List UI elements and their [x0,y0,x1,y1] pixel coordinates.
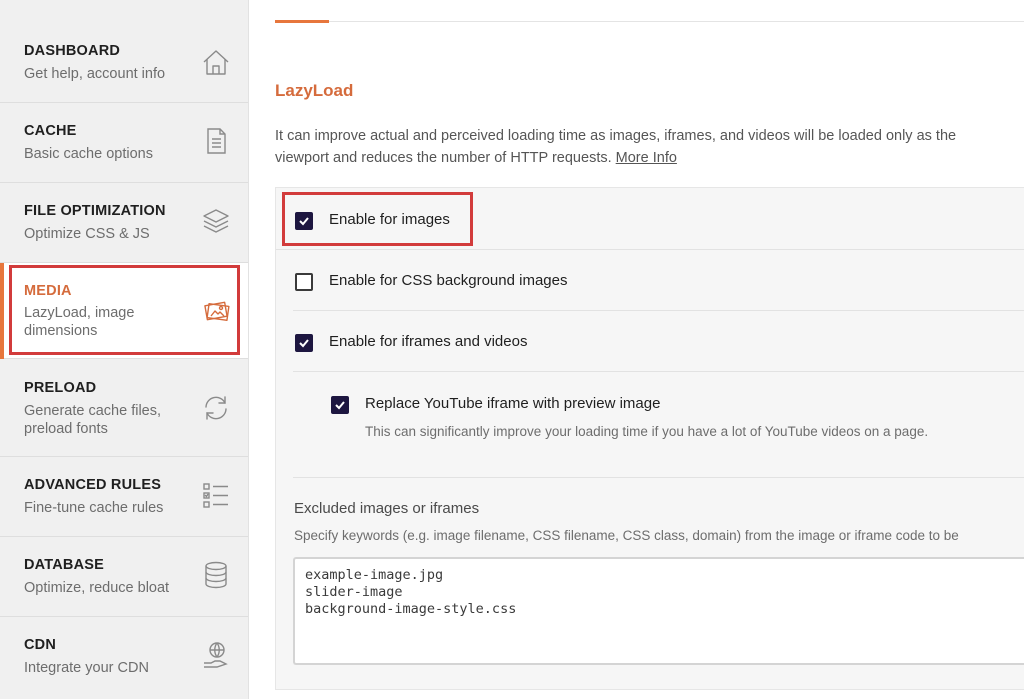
excluded-line: slider-image [305,584,403,600]
sidebar-item-subtitle: Basic cache options [24,146,153,162]
sidebar-item-title: DATABASE [24,557,105,573]
refresh-icon [200,392,232,424]
sidebar-item-title: FILE OPTIMIZATION [24,203,166,219]
home-icon [200,47,232,79]
description-line2-text: viewport and reduces the number of HTTP … [275,150,612,166]
checklist-icon [200,479,232,511]
sidebar-item-title: CDN [24,637,57,653]
sidebar-item-database[interactable]: DATABASE Optimize, reduce bloat [0,537,248,617]
excluded-textarea[interactable]: example-image.jpg slider-image backgroun… [293,557,1024,665]
replace-youtube-hint: This can significantly improve your load… [365,424,929,439]
divider [293,371,1024,372]
divider [293,477,1024,478]
database-icon [200,559,232,591]
sidebar-item-subtitle: Optimize, reduce bloat [24,580,170,596]
description-line2: viewport and reduces the number of HTTP … [275,147,1024,169]
enable-css-bg-images-label: Enable for CSS background images [329,272,568,289]
top-divider [275,21,1024,22]
section-description: It can improve actual and perceived load… [275,125,1024,169]
replace-youtube-label: Replace YouTube iframe with preview imag… [365,395,661,412]
excluded-line: example-image.jpg [305,567,444,583]
sidebar-item-file-optimization[interactable]: FILE OPTIMIZATION Optimize CSS & JS [0,183,248,263]
document-icon [200,125,232,157]
enable-iframes-videos-checkbox[interactable] [295,334,313,352]
sidebar-item-dashboard[interactable]: DASHBOARD Get help, account info [0,22,248,103]
enable-iframes-videos-label: Enable for iframes and videos [329,333,528,350]
active-indicator [0,263,4,359]
sidebar-item-subtitle-line2: preload fonts [24,421,108,437]
active-tab-underline [275,20,329,23]
app-window: DASHBOARD Get help, account info CACHE B… [0,0,1024,699]
media-highlight-box [9,265,240,355]
excluded-label: Excluded images or iframes [294,500,480,517]
sidebar-item-cache[interactable]: CACHE Basic cache options [0,103,248,183]
description-line1: It can improve actual and perceived load… [275,128,957,144]
sidebar-item-title: DASHBOARD [24,43,121,59]
main-content: LazyLoad It can improve actual and perce… [249,0,1024,699]
enable-images-highlight-box [282,192,473,246]
sidebar-item-cdn[interactable]: CDN Integrate your CDN [0,617,248,699]
sidebar-item-subtitle: Fine-tune cache rules [24,500,164,516]
excluded-line: background-image-style.css [305,601,517,617]
section-title: LazyLoad [275,81,354,100]
sidebar-item-subtitle: Get help, account info [24,66,166,82]
globe-hand-icon [200,639,232,671]
sidebar-item-title: PRELOAD [24,380,97,396]
divider [293,310,1024,311]
more-info-link[interactable]: More Info [616,150,677,166]
replace-youtube-checkbox[interactable] [331,396,349,414]
sidebar-item-subtitle-line1: Generate cache files, [24,403,162,419]
sidebar-item-subtitle: Optimize CSS & JS [24,226,150,242]
sidebar-item-title: ADVANCED RULES [24,477,162,493]
sidebar-item-title: CACHE [24,123,77,139]
divider [276,249,1024,250]
sidebar-item-advanced-rules[interactable]: ADVANCED RULES Fine-tune cache rules [0,457,248,537]
sidebar-item-preload[interactable]: PRELOAD Generate cache files, preload fo… [0,359,248,457]
enable-css-bg-images-checkbox[interactable] [295,273,313,291]
excluded-hint: Specify keywords (e.g. image filename, C… [294,528,959,543]
layers-icon [200,205,232,237]
sidebar-item-subtitle: Integrate your CDN [24,660,149,676]
